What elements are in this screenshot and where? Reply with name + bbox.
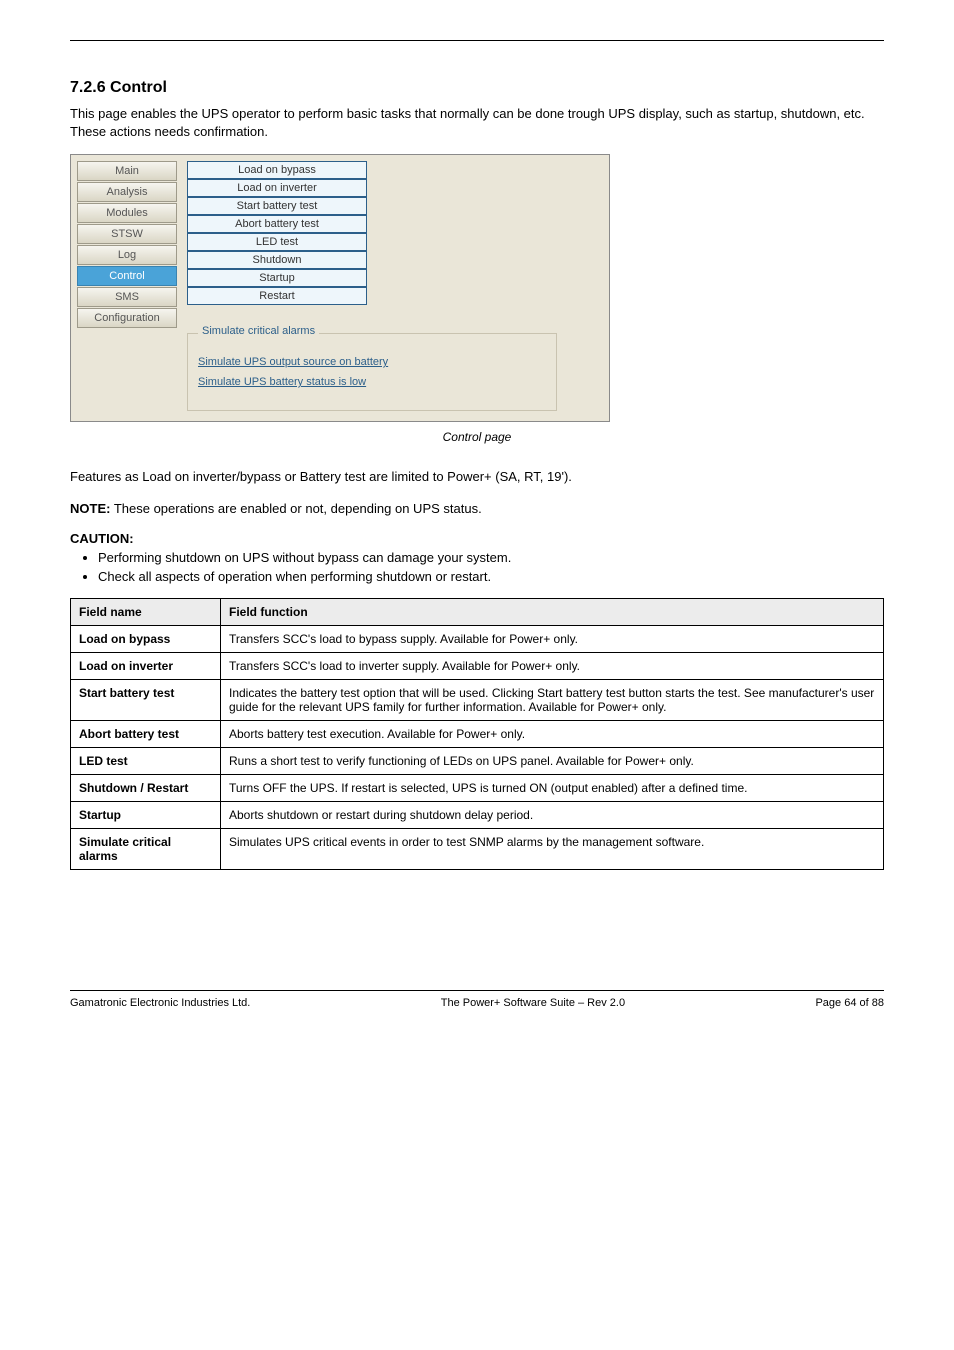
sidebar-item-log[interactable]: Log [77, 245, 177, 265]
field-func-cell: Transfers SCC's load to inverter supply.… [221, 653, 884, 680]
led-test-button[interactable]: LED test [187, 233, 367, 251]
control-actions-panel: Load on bypassLoad on inverterStart batt… [187, 161, 603, 411]
field-func-cell: Transfers SCC's load to bypass supply. A… [221, 626, 884, 653]
load-on-inverter-button[interactable]: Load on inverter [187, 179, 367, 197]
sidebar-item-main[interactable]: Main [77, 161, 177, 181]
field-func-cell: Indicates the battery test option that w… [221, 680, 884, 721]
field-func-cell: Simulates UPS critical events in order t… [221, 829, 884, 870]
sidebar-item-analysis[interactable]: Analysis [77, 182, 177, 202]
footer-left: Gamatronic Electronic Industries Ltd. [70, 997, 250, 1009]
table-header-name: Field name [71, 599, 221, 626]
table-row: Start battery testIndicates the battery … [71, 680, 884, 721]
table-row: StartupAborts shutdown or restart during… [71, 802, 884, 829]
abort-battery-test-button[interactable]: Abort battery test [187, 215, 367, 233]
control-screenshot: MainAnalysisModulesSTSWLogControlSMSConf… [70, 154, 610, 422]
field-func-cell: Aborts battery test execution. Available… [221, 721, 884, 748]
table-row: Shutdown / RestartTurns OFF the UPS. If … [71, 775, 884, 802]
sidebar-item-configuration[interactable]: Configuration [77, 308, 177, 328]
post-caption-text: Features as Load on inverter/bypass or B… [70, 468, 884, 486]
start-battery-test-button[interactable]: Start battery test [187, 197, 367, 215]
load-on-bypass-button[interactable]: Load on bypass [187, 161, 367, 179]
table-header-func: Field function [221, 599, 884, 626]
field-name-cell: Startup [71, 802, 221, 829]
table-row: Simulate critical alarmsSimulates UPS cr… [71, 829, 884, 870]
simulate-link[interactable]: Simulate UPS output source on battery [198, 356, 546, 368]
footer-right: Page 64 of 88 [815, 997, 884, 1009]
field-func-cell: Aborts shutdown or restart during shutdo… [221, 802, 884, 829]
sidebar-item-sms[interactable]: SMS [77, 287, 177, 307]
table-row: Load on bypassTransfers SCC's load to by… [71, 626, 884, 653]
sim-group-legend: Simulate critical alarms [198, 325, 319, 337]
page-footer: Gamatronic Electronic Industries Ltd. Th… [70, 997, 884, 1009]
note-block: NOTE: These operations are enabled or no… [70, 500, 884, 518]
simulate-link[interactable]: Simulate UPS battery status is low [198, 376, 546, 388]
caution-label: CAUTION: [70, 531, 134, 546]
table-row: LED testRuns a short test to verify func… [71, 748, 884, 775]
sidebar-item-control[interactable]: Control [77, 266, 177, 286]
note-label: NOTE: [70, 501, 110, 516]
sidebar-item-modules[interactable]: Modules [77, 203, 177, 223]
field-name-cell: Load on bypass [71, 626, 221, 653]
field-name-cell: Abort battery test [71, 721, 221, 748]
field-func-cell: Runs a short test to verify functioning … [221, 748, 884, 775]
sidebar-nav: MainAnalysisModulesSTSWLogControlSMSConf… [77, 161, 177, 411]
startup-button[interactable]: Startup [187, 269, 367, 287]
sidebar-item-stsw[interactable]: STSW [77, 224, 177, 244]
figure-caption: Control page [70, 430, 884, 444]
section-heading: 7.2.6 Control [70, 79, 884, 97]
table-row: Abort battery testAborts battery test ex… [71, 721, 884, 748]
caution-item: Check all aspects of operation when perf… [98, 569, 884, 584]
shutdown-button[interactable]: Shutdown [187, 251, 367, 269]
field-name-cell: Load on inverter [71, 653, 221, 680]
caution-item: Performing shutdown on UPS without bypas… [98, 550, 884, 565]
field-name-cell: LED test [71, 748, 221, 775]
field-name-cell: Shutdown / Restart [71, 775, 221, 802]
simulate-critical-alarms-group: Simulate critical alarms Simulate UPS ou… [187, 333, 557, 411]
field-func-cell: Turns OFF the UPS. If restart is selecte… [221, 775, 884, 802]
section-intro: This page enables the UPS operator to pe… [70, 105, 884, 140]
note-text: These operations are enabled or not, dep… [110, 501, 481, 516]
table-row: Load on inverterTransfers SCC's load to … [71, 653, 884, 680]
footer-center: The Power+ Software Suite – Rev 2.0 [441, 997, 625, 1009]
restart-button[interactable]: Restart [187, 287, 367, 305]
field-name-cell: Simulate critical alarms [71, 829, 221, 870]
caution-block: CAUTION: Performing shutdown on UPS with… [70, 531, 884, 584]
field-name-cell: Start battery test [71, 680, 221, 721]
control-fields-table: Field name Field function Load on bypass… [70, 598, 884, 870]
